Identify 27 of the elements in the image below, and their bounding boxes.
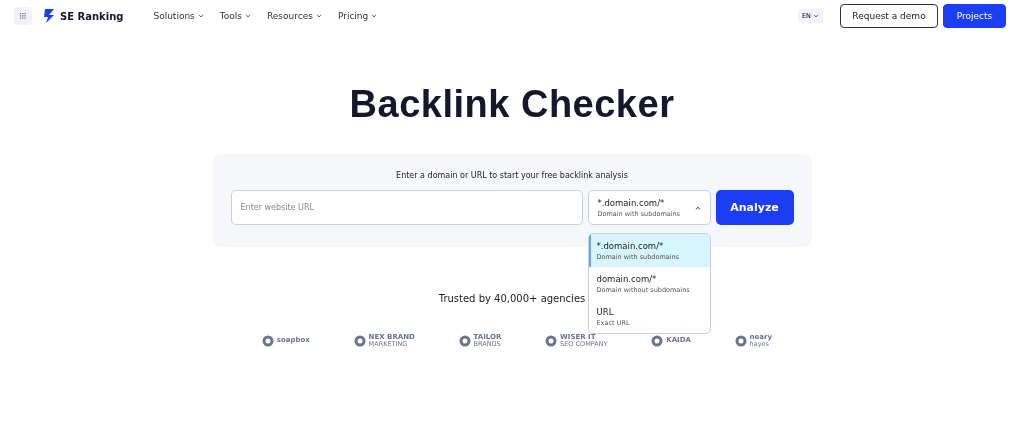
chevron-down-icon bbox=[197, 14, 204, 18]
chevron-down-icon bbox=[315, 14, 322, 18]
grid-icon bbox=[20, 12, 26, 20]
chevron-down-icon bbox=[371, 14, 378, 18]
analyze-button[interactable]: Analyze bbox=[715, 190, 794, 225]
nav-menu-item[interactable]: Resources bbox=[266, 11, 322, 21]
lightning-logo-icon bbox=[42, 8, 56, 24]
nav-menu-item[interactable]: Pricing bbox=[337, 11, 378, 21]
emblem-icon bbox=[353, 334, 366, 347]
search-prompt: Enter a domain or URL to start your free backlink analysis bbox=[395, 171, 629, 180]
chevron-down-icon bbox=[244, 14, 251, 18]
emblem-icon bbox=[734, 334, 747, 347]
emblem-icon bbox=[651, 334, 664, 347]
emblem-icon bbox=[458, 334, 471, 347]
brand-name[interactable]: SE Ranking bbox=[60, 10, 124, 22]
emblem-icon bbox=[545, 334, 558, 347]
apps-menu-button[interactable] bbox=[14, 7, 32, 25]
trusted-text: Trusted by 40,000+ agencies bbox=[437, 293, 587, 304]
chevron-up-icon bbox=[694, 205, 701, 210]
demo-button[interactable]: Request a demo bbox=[840, 4, 938, 28]
projects-button[interactable]: Projects bbox=[943, 4, 1006, 28]
page-title: Backlink Checker bbox=[348, 82, 676, 126]
nav-menu-item[interactable]: Tools bbox=[219, 11, 251, 21]
chevron-down-icon bbox=[813, 14, 819, 18]
emblem-icon bbox=[261, 334, 274, 347]
nav-menu-item[interactable]: Solutions bbox=[153, 11, 204, 21]
url-field[interactable]: Enter website URL bbox=[230, 190, 583, 225]
